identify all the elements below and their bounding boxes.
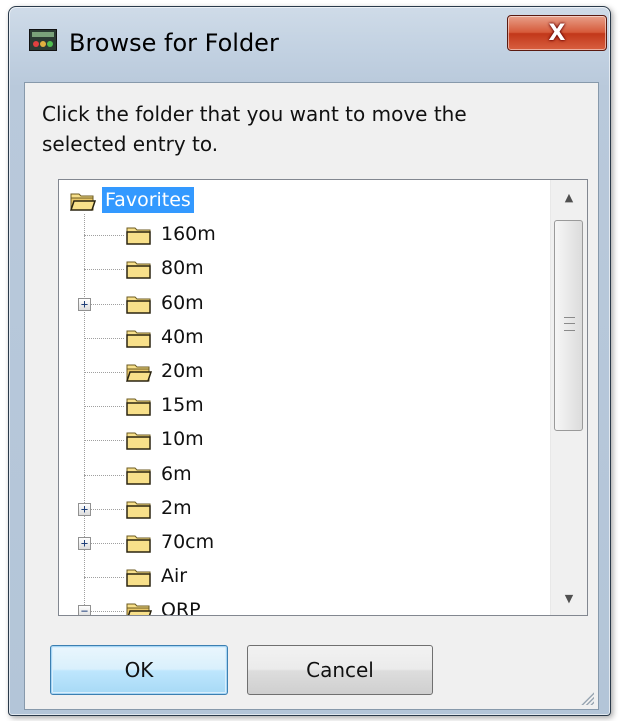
scroll-up-icon[interactable]: ▲ (551, 180, 587, 214)
instruction-text: Click the folder that you want to move t… (42, 102, 467, 156)
tree-branch-line (84, 474, 124, 476)
dialog-client-area: Click the folder that you want to move t… (24, 82, 599, 710)
tree-branch-line (84, 269, 124, 271)
title-bar[interactable]: Browse for Folder X (9, 7, 610, 77)
tree-item[interactable]: 40m (59, 321, 549, 355)
tree-item[interactable]: 6m (59, 458, 549, 492)
tree-branch-line (84, 440, 124, 442)
tree-item-label: 80m (161, 257, 204, 280)
folder-icon (126, 329, 152, 348)
tree-item[interactable]: 15m (59, 389, 549, 423)
open-folder-icon (125, 363, 153, 382)
tree-item[interactable]: +2m (59, 492, 549, 526)
tree-branch-line (84, 337, 124, 339)
tree-item-label: 2m (161, 496, 192, 519)
thumb-grip-icon (564, 317, 575, 331)
tree-item[interactable]: Air (59, 560, 549, 594)
open-folder-icon (126, 602, 153, 615)
app-icon (29, 29, 57, 51)
dialog-title: Browse for Folder (69, 29, 279, 57)
tree-item-label: 160m (161, 223, 216, 246)
tree-item-label: 70cm (161, 531, 215, 553)
tree-item[interactable]: 10m (59, 423, 549, 457)
folder-icon (126, 568, 152, 587)
open-folder-icon (69, 192, 97, 211)
tree-item-label: 6m (161, 462, 192, 485)
tree-item[interactable]: 80m (59, 252, 549, 286)
tree-item[interactable]: 160m (59, 218, 549, 252)
collapse-icon[interactable]: − (78, 605, 91, 615)
tree-branch-line (84, 372, 124, 373)
folder-icon (126, 431, 152, 451)
folder-icon (126, 226, 152, 245)
tree-item-label: 60m (161, 291, 204, 314)
tree-item-label: Favorites (102, 187, 194, 213)
browse-for-folder-dialog: Browse for Folder X Click the folder tha… (8, 6, 611, 716)
tree-item-label: 40m (161, 325, 204, 348)
close-icon: X (548, 20, 566, 46)
tree-item-label: 10m (161, 428, 204, 451)
tree-item[interactable]: Favorites (59, 184, 549, 218)
tree-item[interactable]: +70cm (59, 526, 549, 560)
folder-icon (126, 534, 152, 553)
expand-icon[interactable]: + (78, 502, 91, 516)
tree-branch-line (84, 577, 124, 579)
tree-item-label: QRP (161, 599, 201, 616)
folder-icon (126, 500, 152, 519)
expand-icon[interactable]: + (78, 537, 91, 550)
folder-icon (126, 397, 152, 416)
scroll-down-icon[interactable]: ▼ (551, 581, 587, 615)
tree-item[interactable]: − QRP (59, 594, 549, 616)
resize-grip-icon[interactable] (578, 689, 594, 705)
tree-item-label: Air (161, 565, 188, 588)
tree-branch-line (84, 406, 124, 408)
tree-item-label: 15m (161, 394, 204, 417)
folder-tree[interactable]: Favorites 160m 80m +60m 40m 20m 15m 10m 6m +2m +70… (58, 179, 588, 616)
tree-item-label: 20m (161, 360, 204, 382)
ok-button[interactable]: OK (50, 645, 228, 695)
folder-icon (126, 260, 152, 280)
vertical-scrollbar[interactable]: ▲ ▼ (550, 180, 587, 615)
tree-branch-line (84, 235, 124, 237)
cancel-button[interactable]: Cancel (247, 645, 433, 695)
tree-item[interactable]: +60m (59, 287, 549, 321)
expand-icon[interactable]: + (78, 297, 91, 311)
folder-icon (126, 466, 152, 485)
folder-icon (126, 295, 152, 314)
tree-item[interactable]: 20m (59, 355, 549, 389)
scroll-thumb[interactable] (554, 220, 583, 431)
close-button[interactable]: X (507, 15, 607, 51)
